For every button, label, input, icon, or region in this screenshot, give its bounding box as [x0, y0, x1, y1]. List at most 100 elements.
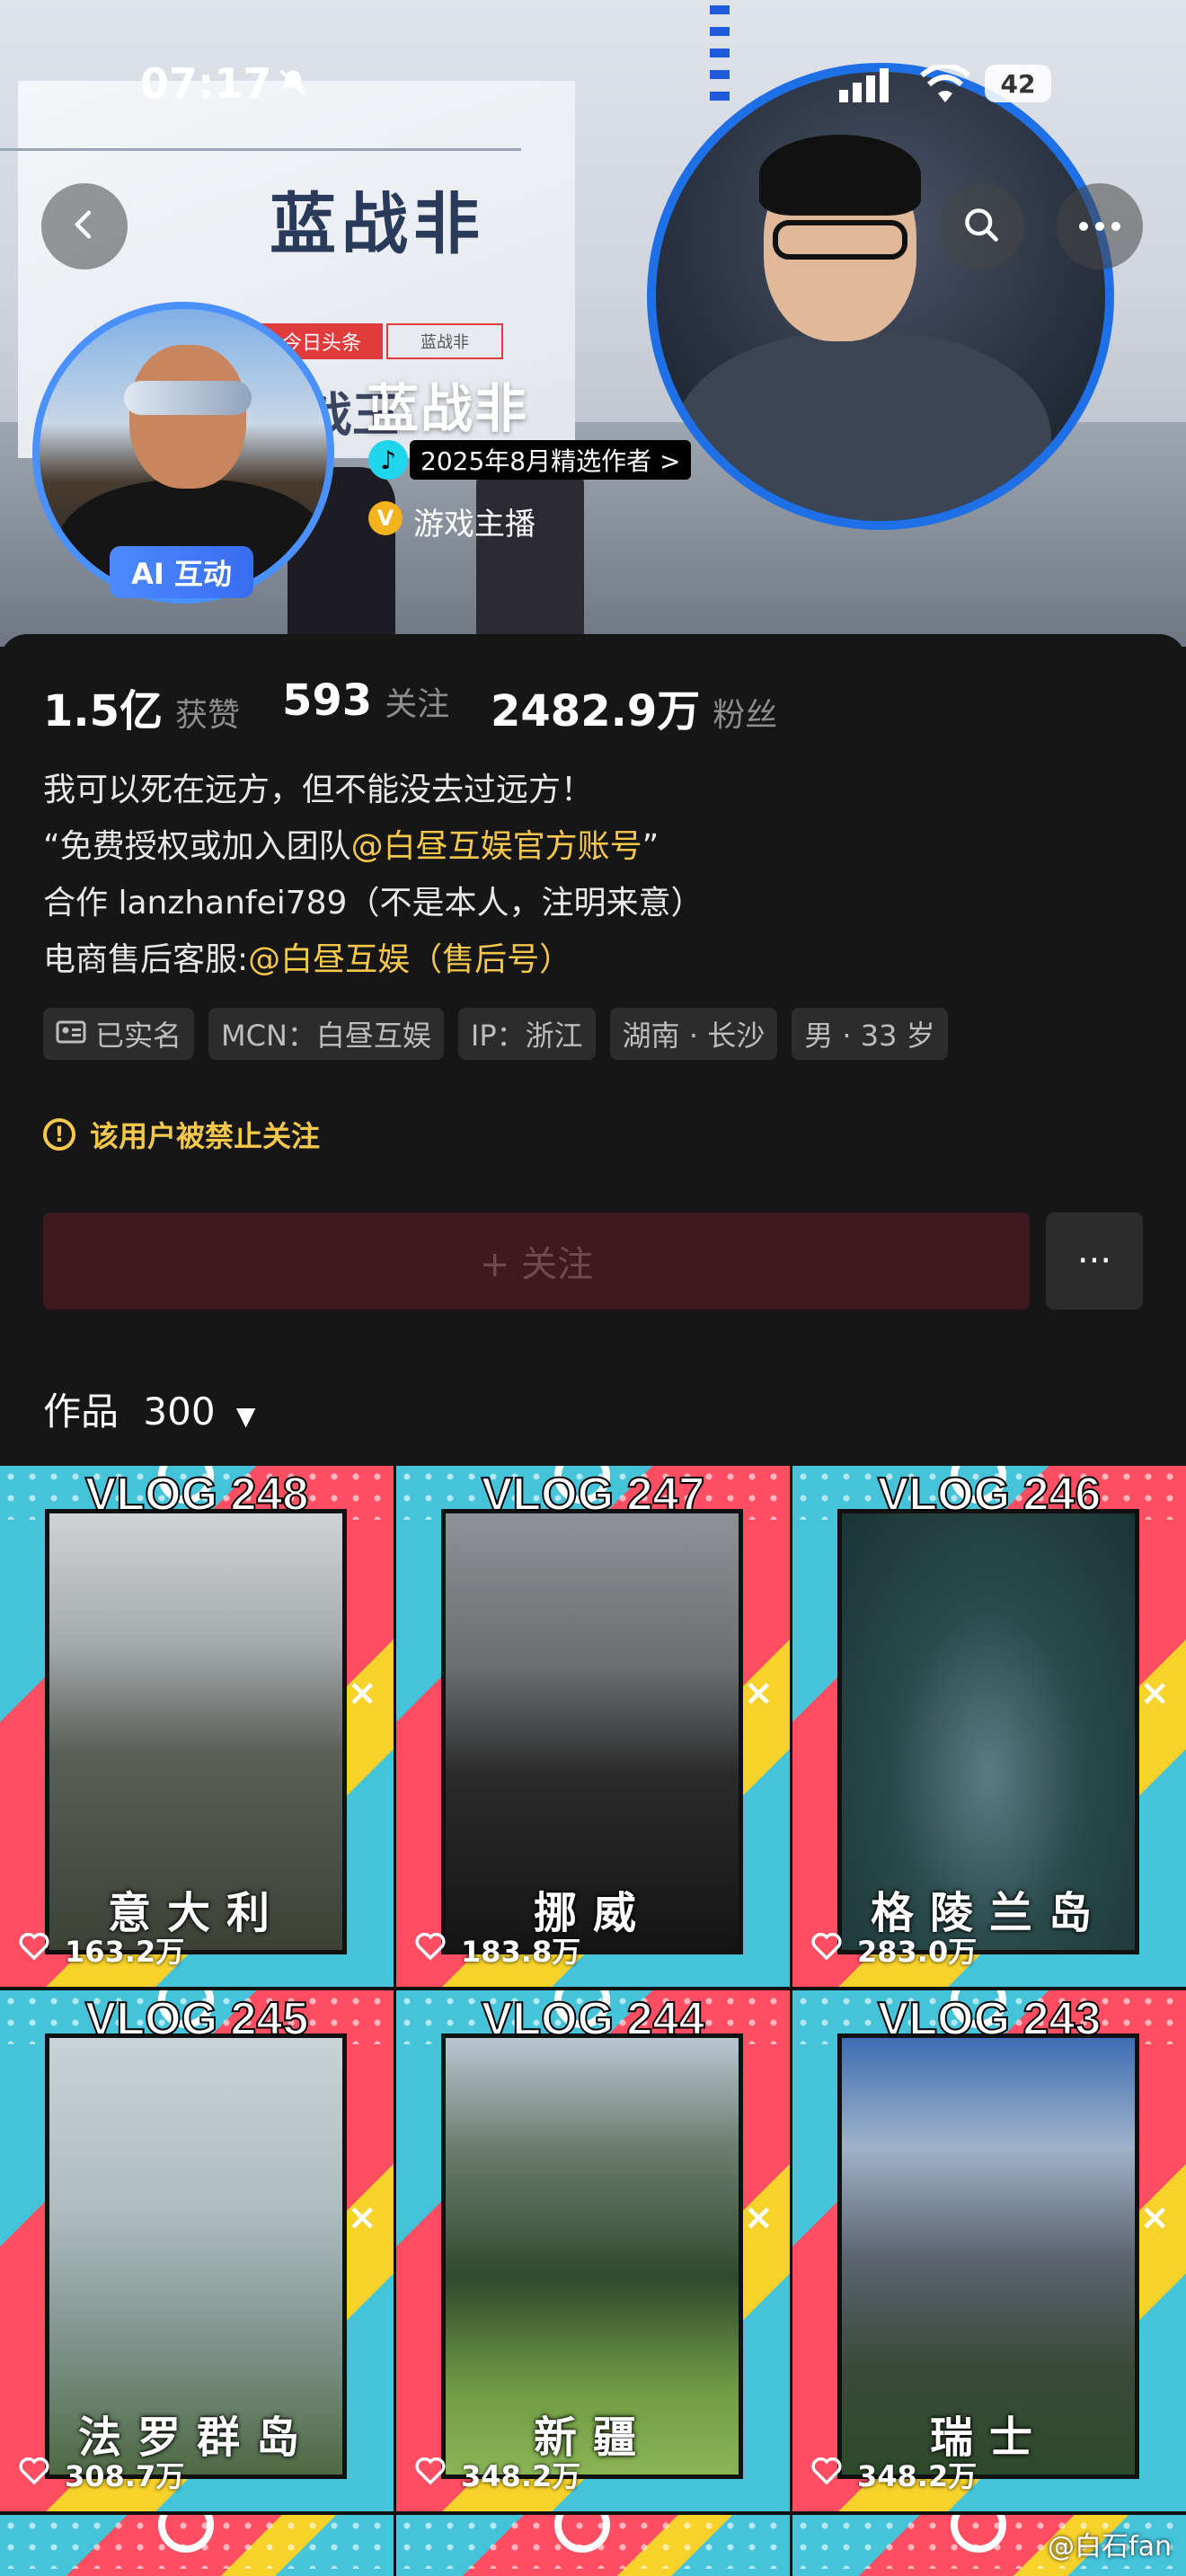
stat-value: 593	[282, 675, 373, 726]
video-title: VLOG 248	[84, 1468, 310, 1522]
heart-icon	[414, 2457, 447, 2492]
video-likes: 348.2万	[414, 2454, 580, 2495]
chevron-left-icon	[66, 207, 102, 246]
likes-count: 183.8万	[461, 1935, 581, 1969]
wifi-icon	[920, 63, 970, 108]
banner-board-search: 蓝战非	[386, 323, 503, 359]
verified-v-icon: V	[368, 501, 403, 535]
portrait-coat	[674, 332, 1051, 521]
banner-line	[0, 148, 521, 151]
banner-stripe	[710, 5, 730, 14]
video-tile[interactable]: × VLOG 246 格陵兰岛 283.0万	[792, 1466, 1186, 1987]
bio-line: “免费授权或加入团队@白昼互娱官方账号”	[43, 818, 1157, 875]
tag-gender-age: 男 · 33 岁	[792, 1008, 948, 1060]
stat-following[interactable]: 593 关注	[282, 675, 449, 726]
tile-x-decoration: ×	[1139, 1672, 1170, 1714]
bio-line: 电商售后客服:@白昼互娱（售后号）	[43, 931, 1157, 988]
video-tile[interactable]: × VLOG 248 意大利 163.2万	[0, 1466, 394, 1987]
watermark: @白石fan	[1048, 2531, 1172, 2563]
video-tile[interactable]	[396, 2515, 790, 2576]
follow-button[interactable]: + 关注	[43, 1213, 1030, 1310]
banner-stripe	[710, 92, 730, 101]
id-card-icon	[56, 1017, 86, 1051]
ai-interact-badge[interactable]: AI 互动	[110, 546, 253, 598]
portrait-glasses	[773, 220, 907, 260]
stat-label: 粉丝	[712, 697, 778, 734]
stat-value: 2482.9万	[491, 686, 701, 737]
video-title: VLOG 243	[877, 1992, 1102, 2046]
tab-works-count: 300	[143, 1389, 216, 1434]
back-button[interactable]	[41, 183, 128, 269]
warning-text: 该用户被禁止关注	[90, 1119, 321, 1153]
likes-count: 163.2万	[65, 1935, 185, 1969]
stat-label: 关注	[385, 686, 450, 723]
warning-icon: !	[43, 1118, 75, 1151]
more-options-button[interactable]	[1057, 183, 1143, 269]
tag-ip: IP：浙江	[457, 1008, 596, 1060]
stat-label: 获赞	[175, 697, 241, 734]
bio-text: 电商售后客服:	[43, 941, 249, 978]
follow-ban-warning: ! 该用户被禁止关注	[43, 1114, 320, 1155]
video-title: VLOG 247	[481, 1468, 706, 1522]
bio-mention-link[interactable]: @白昼互娱（售后号）	[248, 941, 571, 978]
more-actions-button[interactable]: ···	[1046, 1213, 1143, 1310]
video-likes: 163.2万	[18, 1929, 184, 1971]
video-likes: 348.2万	[810, 2454, 977, 2495]
tile-x-decoration: ×	[743, 1672, 774, 1714]
likes-count: 308.7万	[65, 2459, 185, 2493]
video-tile[interactable]: × VLOG 243 瑞士 348.2万	[792, 1990, 1186, 2511]
video-tile[interactable]: × VLOG 247 挪威 183.8万	[396, 1466, 790, 1987]
avatar-goggles	[124, 381, 252, 415]
tile-x-decoration: ×	[1139, 2197, 1170, 2238]
stat-value: 1.5亿	[43, 686, 164, 737]
battery-icon: 42	[985, 65, 1051, 102]
heart-icon	[18, 1932, 50, 1968]
stat-followers[interactable]: 2482.9万 粉丝	[491, 675, 777, 738]
status-time: 07:17	[140, 59, 272, 108]
search-button[interactable]	[938, 183, 1024, 269]
caret-down-icon: ▼	[235, 1401, 256, 1431]
avatar-face	[129, 345, 246, 489]
signal-icon	[839, 66, 902, 106]
tile-x-decoration: ×	[743, 2197, 774, 2238]
video-title: VLOG 244	[481, 1992, 706, 2046]
video-grid: × VLOG 248 意大利 163.2万 × VLOG 247 挪威 183.…	[0, 1466, 1186, 2576]
video-likes: 308.7万	[18, 2454, 184, 2495]
video-tile[interactable]: × VLOG 244 新疆 348.2万	[396, 1990, 790, 2511]
stat-likes: 1.5亿 获赞	[43, 675, 240, 738]
banner-board-title: 蓝战非	[270, 186, 485, 263]
likes-count: 348.2万	[857, 2459, 978, 2493]
bell-muted-icon	[277, 66, 309, 102]
search-icon	[961, 205, 1001, 248]
profile-role: 游戏主播	[413, 507, 535, 543]
tag-verified[interactable]: 已实名	[43, 1008, 195, 1060]
tag-mcn[interactable]: MCN：白昼互娱	[208, 1008, 444, 1060]
tag-location: 湖南 · 长沙	[609, 1008, 778, 1060]
profile-bio: 我可以死在远方，但不能没去过远方！ “免费授权或加入团队@白昼互娱官方账号” 合…	[43, 762, 1157, 988]
bio-line: 我可以死在远方，但不能没去过远方！	[43, 772, 594, 808]
bio-line: 合作 lanzhanfei789（不是本人，注明来意）	[43, 885, 704, 922]
selection-author-badge[interactable]: 2025年8月精选作者 >	[410, 440, 692, 480]
heart-icon	[810, 1932, 843, 1968]
tab-works[interactable]: 作品 300 ▼	[43, 1381, 255, 1436]
heart-icon	[18, 2457, 50, 2492]
banner-stripe	[710, 49, 730, 57]
bio-text: “免费授权或加入团队	[43, 828, 351, 865]
banner-portrait	[647, 63, 1114, 530]
tiktok-logo-icon: ♪	[368, 440, 408, 480]
likes-count: 348.2万	[461, 2459, 581, 2493]
more-icon	[1078, 218, 1121, 235]
video-title: VLOG 245	[84, 1992, 310, 2046]
tile-x-decoration: ×	[347, 1672, 377, 1714]
tab-works-label: 作品	[43, 1389, 119, 1434]
heart-icon	[414, 1932, 447, 1968]
tile-x-decoration: ×	[347, 2197, 377, 2238]
profile-tags: 已实名 MCN：白昼互娱 IP：浙江 湖南 · 长沙 男 · 33 岁	[43, 1008, 948, 1060]
video-tile[interactable]	[0, 2515, 394, 2576]
video-likes: 283.0万	[810, 1929, 977, 1971]
banner-stripe	[710, 70, 730, 79]
video-tile[interactable]: × VLOG 245 法罗群岛 308.7万	[0, 1990, 394, 2511]
likes-count: 283.0万	[857, 1935, 978, 1969]
banner-stripe	[710, 27, 730, 36]
bio-mention-link[interactable]: @白昼互娱官方账号	[351, 828, 642, 865]
